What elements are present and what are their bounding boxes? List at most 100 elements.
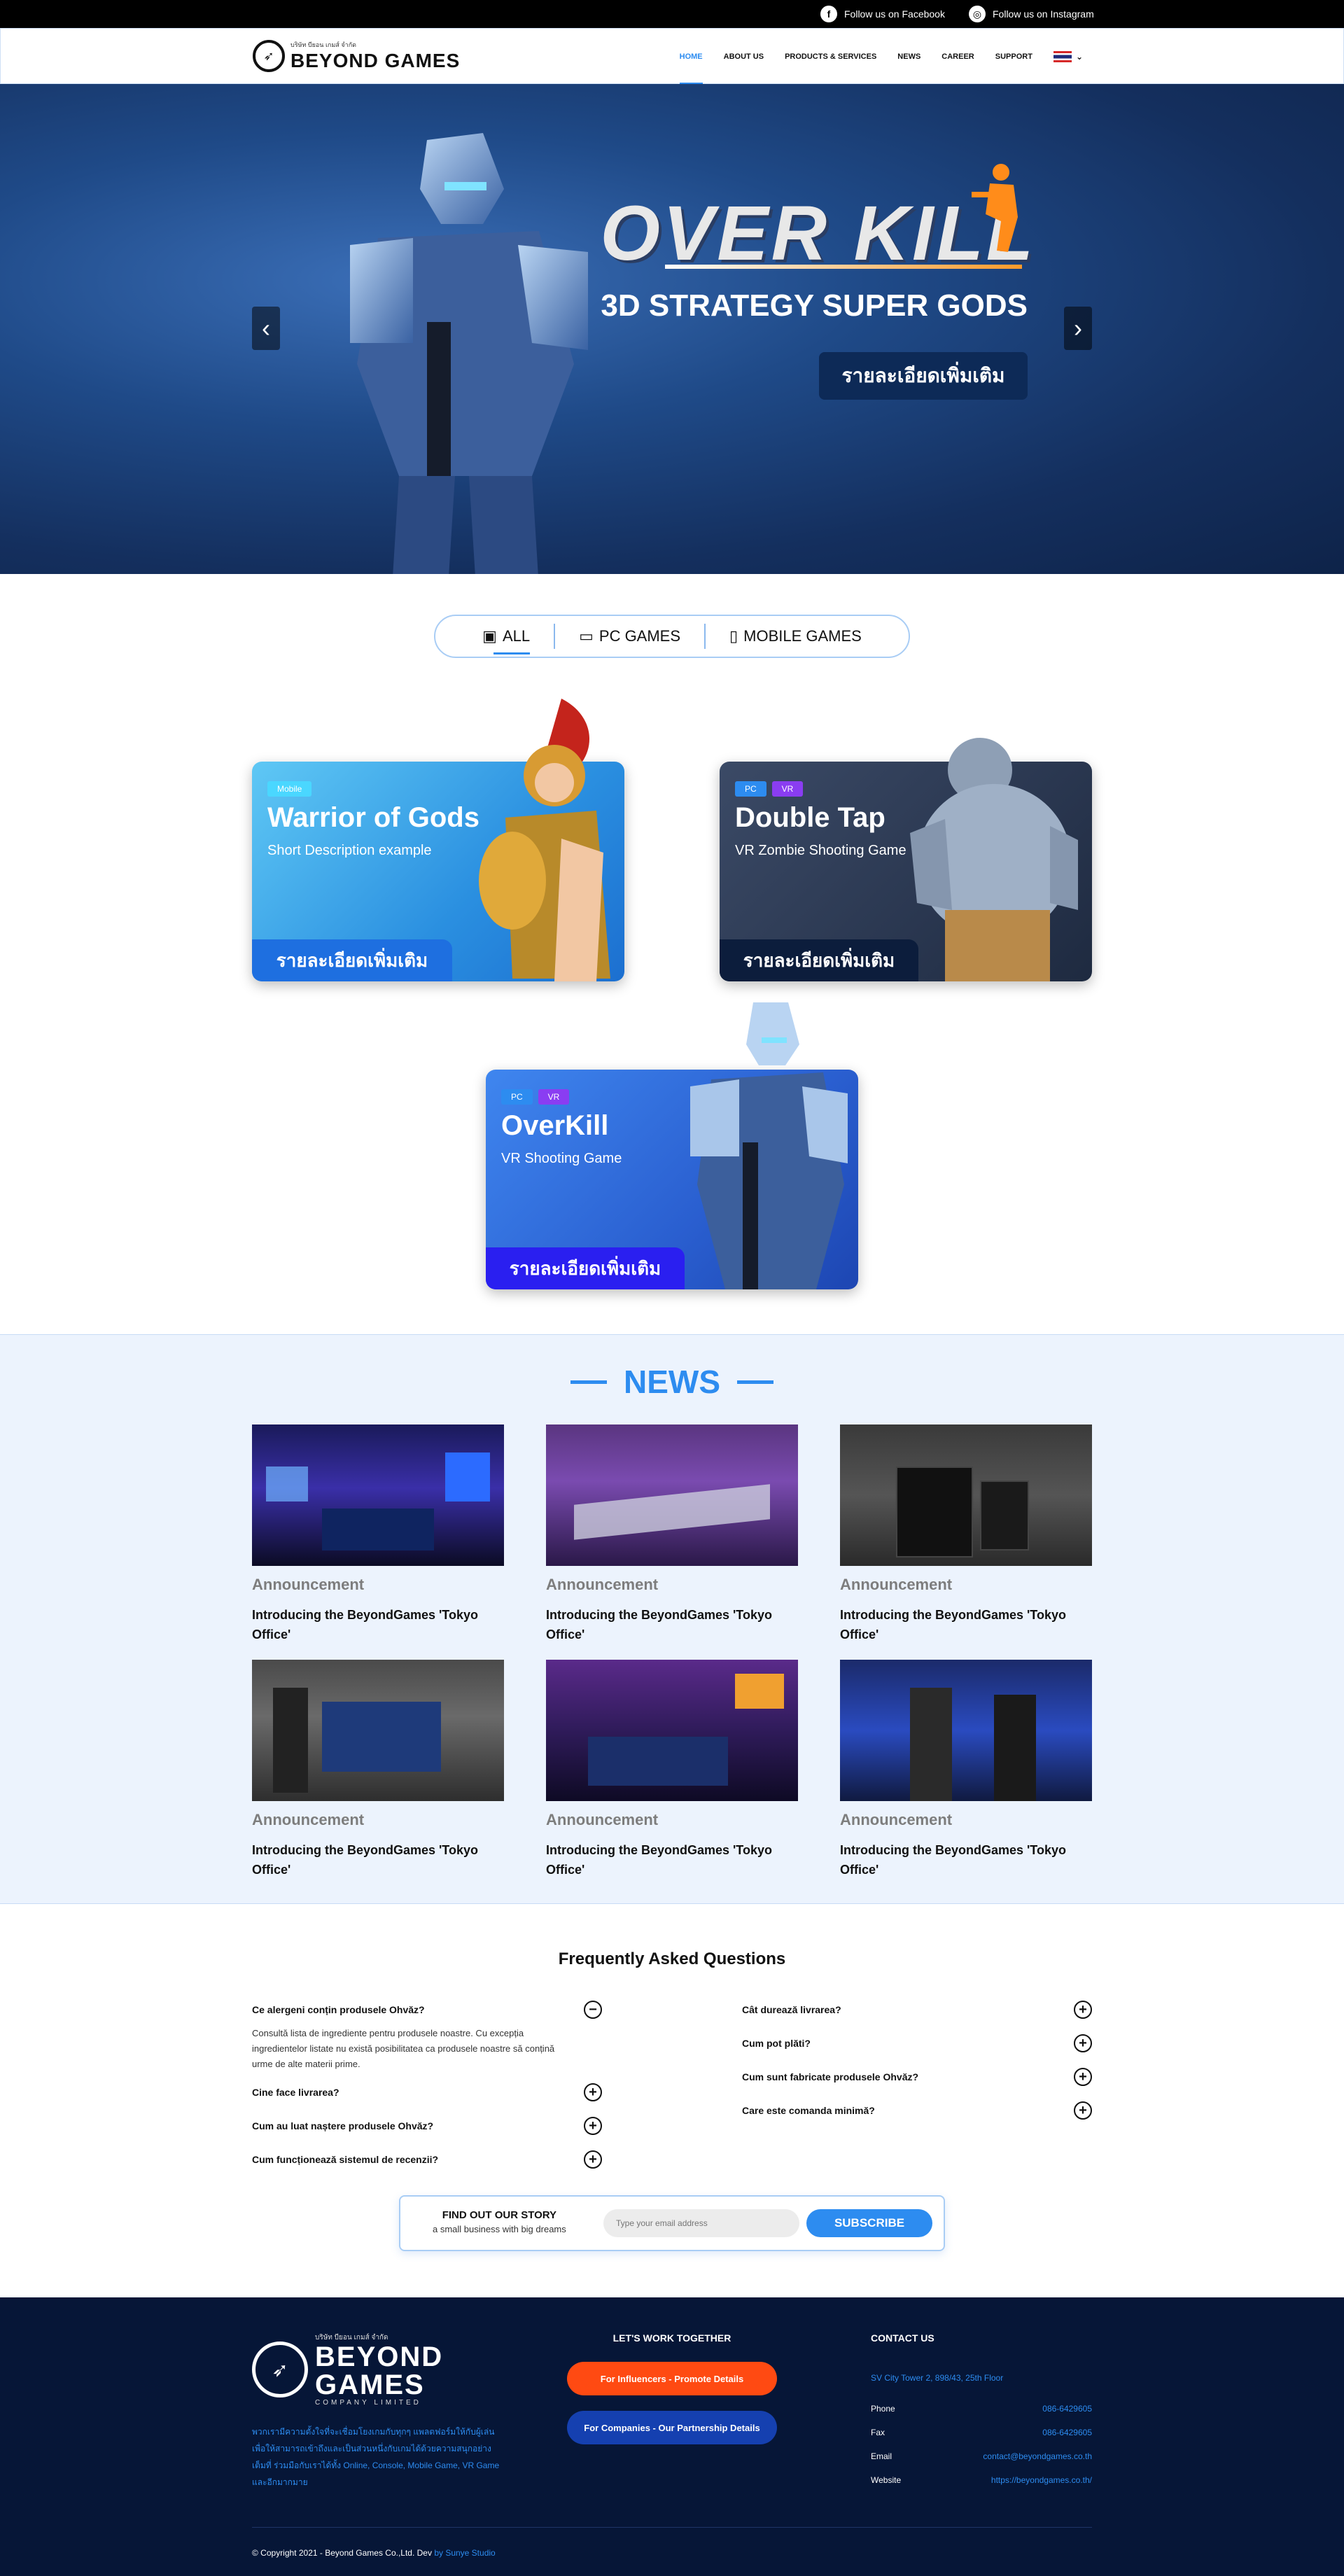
plus-circle-icon[interactable]: + bbox=[584, 2083, 602, 2101]
hero-subtitle: 3D STRATEGY SUPER GODS bbox=[601, 288, 1028, 323]
copyright-text: © Copyright 2021 - Beyond Games Co.,Ltd.… bbox=[252, 2548, 432, 2558]
news-image-wd-black-stage bbox=[546, 1424, 798, 1566]
contact-value[interactable]: contact@beyondgames.co.th bbox=[983, 2451, 1092, 2461]
news-section: NEWS Announcement Introducing the Beyond… bbox=[0, 1334, 1344, 1904]
nav-item-career[interactable]: CAREER bbox=[941, 29, 974, 85]
faq-question-text: Cât durează livrarea? bbox=[742, 2004, 841, 2015]
news-category: Announcement bbox=[840, 1811, 953, 1828]
nav-item-home[interactable]: HOME bbox=[679, 29, 703, 85]
news-image-gaming-booth bbox=[252, 1660, 504, 1801]
news-category: Announcement bbox=[252, 1811, 365, 1828]
news-category: Announcement bbox=[840, 1576, 953, 1593]
warrior-goddess-illustration bbox=[479, 699, 610, 981]
footer-contact-heading: CONTACT US bbox=[871, 2332, 934, 2344]
hero-banner: OVER KILL 3D STRATEGY SUPER GODS รายละเอ… bbox=[0, 84, 1344, 574]
plus-circle-icon[interactable]: + bbox=[1074, 2068, 1092, 2086]
developer-link[interactable]: by Sunye Studio bbox=[434, 2548, 495, 2558]
contact-label: Website bbox=[871, 2475, 902, 2485]
faq-question-text: Cum pot plăti? bbox=[742, 2038, 811, 2049]
faq-question-text: Care este comanda minimă? bbox=[742, 2105, 875, 2116]
footer-divider bbox=[252, 2527, 1092, 2528]
subscribe-subheading: a small business with big dreams bbox=[433, 2224, 566, 2234]
faq-question[interactable]: Cum funcționează sistemul de recenzii? + bbox=[252, 2150, 602, 2169]
news-image-gamer-festival bbox=[546, 1660, 798, 1801]
game-description: VR Zombie Shooting Game bbox=[735, 843, 906, 858]
faq-answer: Consultă lista de ingrediente pentru pro… bbox=[252, 2028, 555, 2069]
contact-label: Phone bbox=[871, 2404, 895, 2414]
news-card[interactable]: Announcement Introducing the BeyondGames… bbox=[252, 1424, 504, 1644]
instagram-label: Follow us on Instagram bbox=[993, 8, 1094, 20]
news-card[interactable]: Announcement Introducing the BeyondGames… bbox=[252, 1660, 504, 1879]
plus-circle-icon[interactable]: + bbox=[584, 2117, 602, 2135]
faq-question[interactable]: Cum au luat naștere produsele Ohvăz? + bbox=[252, 2117, 602, 2135]
game-card-overkill[interactable]: PC VR OverKill VR Shooting Game รายละเอี… bbox=[486, 1002, 858, 1289]
plus-circle-icon[interactable]: + bbox=[584, 2150, 602, 2169]
rocket-logo-icon: ➶ bbox=[253, 40, 285, 72]
game-description: Short Description example bbox=[267, 843, 432, 858]
nav-item-support[interactable]: SUPPORT bbox=[995, 29, 1032, 85]
plus-circle-icon[interactable]: + bbox=[1074, 2001, 1092, 2019]
site-footer: ➶ บริษัท บียอน เกมส์ จำกัด BEYOND GAMES … bbox=[0, 2297, 1344, 2576]
language-selector[interactable]: ⌄ bbox=[1053, 29, 1083, 85]
footer-logo-line2: GAMES bbox=[315, 2370, 425, 2400]
site-logo[interactable]: ➶ บริษัท บียอน เกมส์ จำกัด BEYOND GAMES bbox=[253, 40, 460, 72]
faq-title: Frequently Asked Questions bbox=[558, 1949, 786, 1968]
news-card[interactable]: Announcement Introducing the BeyondGames… bbox=[546, 1424, 798, 1644]
subscribe-text: FIND OUT OUR STORY a small business with… bbox=[433, 2209, 566, 2234]
tab-pc-games[interactable]: ▭ PC GAMES bbox=[555, 615, 704, 658]
tag-list: Mobile bbox=[267, 781, 312, 797]
facebook-link[interactable]: f Follow us on Facebook bbox=[820, 0, 945, 28]
contact-value[interactable]: 086-6429605 bbox=[1042, 2428, 1092, 2437]
game-card-warrior-of-gods[interactable]: Mobile Warrior of Gods Short Description… bbox=[252, 699, 624, 981]
game-card-double-tap[interactable]: PC VR Double Tap VR Zombie Shooting Game… bbox=[720, 738, 1092, 981]
game-details-button[interactable]: รายละเอียดเพิ่มเติม bbox=[720, 939, 918, 981]
subscribe-button[interactable]: SUBSCRIBE bbox=[806, 2209, 932, 2237]
plus-circle-icon[interactable]: + bbox=[1074, 2101, 1092, 2120]
news-card[interactable]: Announcement Introducing the BeyondGames… bbox=[840, 1424, 1092, 1644]
game-details-button[interactable]: รายละเอียดเพิ่มเติม bbox=[252, 939, 452, 981]
footer-about-text: พวกเรามีความตั้งใจที่จะเชื่อมโยงเกมกับทุ… bbox=[252, 2427, 500, 2487]
logo-thai-name: บริษัท บียอน เกมส์ จำกัด bbox=[290, 41, 357, 48]
nav-item-news[interactable]: NEWS bbox=[897, 29, 920, 85]
faq-question[interactable]: Care este comanda minimă? + bbox=[742, 2101, 1092, 2120]
tag-vr: VR bbox=[538, 1089, 570, 1105]
news-title: Introducing the BeyondGames 'Tokyo Offic… bbox=[546, 1843, 772, 1877]
faq-question[interactable]: Cum sunt fabricate produsele Ohvăz? + bbox=[742, 2068, 1092, 2086]
news-card[interactable]: Announcement Introducing the BeyondGames… bbox=[840, 1660, 1092, 1879]
nav-item-about[interactable]: ABOUT US bbox=[724, 29, 764, 85]
mobile-phone-icon: ▯ bbox=[729, 627, 738, 645]
nav-item-products[interactable]: PRODUCTS & SERVICES bbox=[785, 29, 876, 85]
news-title: Introducing the BeyondGames 'Tokyo Offic… bbox=[252, 1608, 478, 1642]
news-category: Announcement bbox=[546, 1576, 659, 1593]
faq-question[interactable]: Cum pot plăti? + bbox=[742, 2034, 1092, 2052]
contact-row-fax: Fax 086-6429605 bbox=[871, 2428, 1092, 2437]
news-card[interactable]: Announcement Introducing the BeyondGames… bbox=[546, 1660, 798, 1879]
hero-details-button[interactable]: รายละเอียดเพิ่มเติม bbox=[819, 352, 1028, 400]
footer-logo[interactable]: ➶ บริษัท บียอน เกมส์ จำกัด BEYOND GAMES … bbox=[252, 2332, 443, 2407]
instagram-link[interactable]: ◎ Follow us on Instagram bbox=[969, 0, 1094, 28]
companies-button[interactable]: For Companies - Our Partnership Details bbox=[567, 2411, 777, 2444]
game-details-button[interactable]: รายละเอียดเพิ่มเติม bbox=[486, 1247, 685, 1289]
tag-list: PC VR bbox=[501, 1089, 570, 1105]
faq-question[interactable]: Ce alergeni conțin produsele Ohvăz? − bbox=[252, 2001, 602, 2019]
email-input[interactable] bbox=[603, 2209, 799, 2237]
news-image-intel-event bbox=[840, 1660, 1092, 1801]
contact-value[interactable]: https://beyondgames.co.th/ bbox=[991, 2475, 1092, 2485]
tab-mobile-games[interactable]: ▯ MOBILE GAMES bbox=[706, 615, 886, 658]
tab-all[interactable]: ▣ ALL bbox=[458, 615, 554, 658]
faq-question[interactable]: Cât durează livrarea? + bbox=[742, 2001, 1092, 2019]
game-title: OverKill bbox=[501, 1110, 609, 1141]
faq-column-left: Ce alergeni conțin produsele Ohvăz? − Co… bbox=[252, 2001, 602, 2184]
faq-question[interactable]: Cine face livrarea? + bbox=[252, 2083, 602, 2101]
minus-circle-icon[interactable]: − bbox=[584, 2001, 602, 2019]
heading-bar-left bbox=[570, 1380, 607, 1384]
contact-value[interactable]: 086-6429605 bbox=[1042, 2404, 1092, 2414]
faq-column-right: Cât durează livrarea? + Cum pot plăti? +… bbox=[742, 2001, 1092, 2135]
carousel-prev-arrow-icon[interactable]: ‹ bbox=[252, 307, 280, 350]
carousel-next-arrow-icon[interactable]: › bbox=[1064, 307, 1092, 350]
all-devices-icon: ▣ bbox=[482, 627, 497, 645]
tag-mobile: Mobile bbox=[267, 781, 312, 797]
influencers-button[interactable]: For Influencers - Promote Details bbox=[567, 2362, 777, 2395]
plus-circle-icon[interactable]: + bbox=[1074, 2034, 1092, 2052]
contact-label: Fax bbox=[871, 2428, 886, 2437]
